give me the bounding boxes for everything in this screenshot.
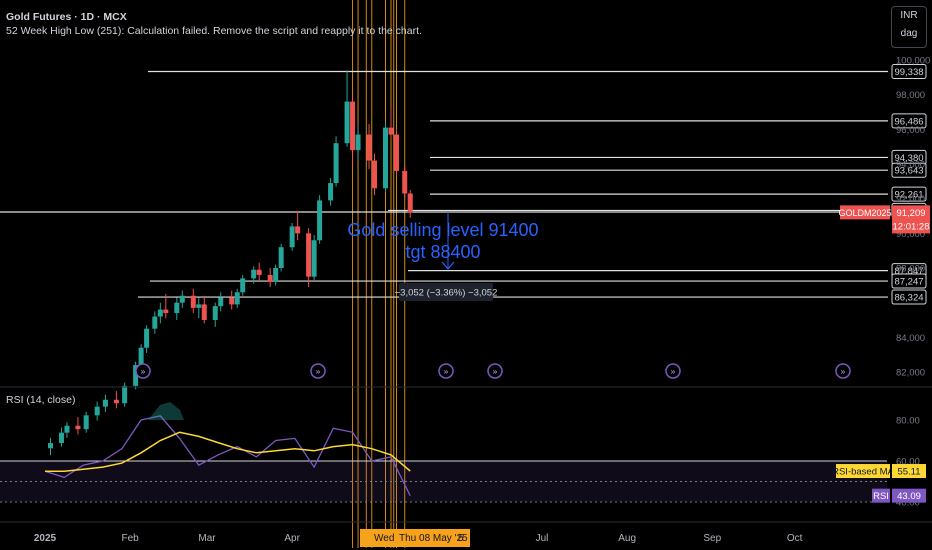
unit-label: dag xyxy=(900,28,918,39)
candle-body-40 xyxy=(366,134,372,161)
candle-body-46 xyxy=(407,193,413,213)
rsi-label: RSI xyxy=(873,491,889,502)
candle-body-3 xyxy=(75,425,81,430)
candle-body-42 xyxy=(383,127,389,189)
time-highlight-extra: 5 xyxy=(458,533,464,544)
candle-body-27 xyxy=(267,274,273,282)
time-label-8: Oct xyxy=(787,533,803,544)
candle-body-15 xyxy=(174,302,180,314)
rsi-band xyxy=(0,461,887,502)
event-icon-glyph-5: » xyxy=(840,368,846,378)
candle-body-5 xyxy=(94,406,100,416)
candle-body-32 xyxy=(306,233,312,277)
countdown: 12:01:28 xyxy=(893,221,930,232)
price-chart[interactable]: 99,33896,48694,38093,64392,26191,32287,8… xyxy=(0,0,932,550)
level-label-8: 86,324 xyxy=(894,293,923,304)
symbol-legend[interactable]: Gold Futures · 1D · MCX xyxy=(6,11,127,23)
time-label-0: 2025 xyxy=(34,533,57,544)
candle-body-0 xyxy=(47,443,53,449)
price-tick-2: 96,000 xyxy=(896,125,925,136)
rsi-tick-0: 80.00 xyxy=(896,416,920,427)
candle-body-10 xyxy=(138,347,144,366)
candle-body-7 xyxy=(113,399,119,404)
price-tick-4: 92,000 xyxy=(896,194,925,205)
price-tick-0: 100,000 xyxy=(896,56,930,67)
level-label-7: 87,247 xyxy=(894,277,923,288)
rsi-ma-value: 55.11 xyxy=(897,467,920,478)
candle-body-21 xyxy=(218,297,224,307)
event-icon-glyph-4: » xyxy=(670,368,676,378)
candle-body-17 xyxy=(190,295,196,308)
candle-body-43 xyxy=(388,127,394,135)
candle-body-31 xyxy=(295,226,301,234)
candle-body-8 xyxy=(122,385,128,404)
time-label-3: Apr xyxy=(284,533,300,544)
candle-body-30 xyxy=(289,226,295,248)
candle-body-44 xyxy=(393,134,399,171)
time-label-7: Sep xyxy=(703,533,721,544)
candle-body-11 xyxy=(144,328,150,348)
candle-body-23 xyxy=(234,292,240,305)
candle-body-25 xyxy=(251,269,257,279)
time-highlight-left: Wed xyxy=(374,533,394,544)
price-tick-7: 84,000 xyxy=(896,333,925,344)
candle-body-33 xyxy=(311,240,317,277)
candle-body-41 xyxy=(372,160,378,189)
event-icon-glyph-3: » xyxy=(492,368,498,378)
event-icon-glyph-2: » xyxy=(443,368,449,378)
annotation-text-line1: Gold selling level 91400 xyxy=(347,220,538,240)
candle-body-24 xyxy=(240,278,246,293)
candle-body-34 xyxy=(317,200,323,241)
last-price: 91,209 xyxy=(896,208,925,219)
time-label-2: Mar xyxy=(198,533,216,544)
rsi-legend[interactable]: RSI (14, close) xyxy=(6,394,75,406)
time-label-6: Aug xyxy=(618,533,636,544)
price-tick-1: 98,000 xyxy=(896,90,925,101)
candle-body-35 xyxy=(328,183,334,201)
currency-unit-box[interactable]: INR dag xyxy=(891,6,927,48)
candle-body-14 xyxy=(163,309,169,314)
event-icon-glyph-0: » xyxy=(140,368,146,378)
time-label-5: Jul xyxy=(536,533,549,544)
candle-body-1 xyxy=(58,432,64,444)
price-tick-3: 94,000 xyxy=(896,160,925,171)
candle-body-19 xyxy=(201,304,207,320)
candle-body-45 xyxy=(402,170,408,194)
candle-body-16 xyxy=(179,295,185,303)
candle-body-22 xyxy=(229,297,235,305)
measure-label: −3,052 (−3.36%) −3,052 xyxy=(395,288,498,299)
level-label-0: 99,338 xyxy=(894,67,923,78)
candle-body-26 xyxy=(256,269,262,275)
time-label-1: Feb xyxy=(122,533,140,544)
candle-body-2 xyxy=(64,425,70,433)
price-tick-6: 88,000 xyxy=(896,264,925,275)
candle-body-28 xyxy=(273,268,279,282)
candle-body-20 xyxy=(212,306,218,320)
rsi-ma-label: RSI-based MA xyxy=(832,467,894,478)
candle-body-36 xyxy=(333,143,339,184)
candle-body-29 xyxy=(278,247,284,268)
event-icon-glyph-1: » xyxy=(315,368,321,378)
annotation-text-line2: tgt 88400 xyxy=(405,242,480,262)
last-symbol: GOLDM2025 xyxy=(838,208,891,218)
candle-body-4 xyxy=(83,415,89,430)
candle-body-12 xyxy=(152,316,158,329)
candle-body-18 xyxy=(196,304,202,308)
candle-body-13 xyxy=(157,309,163,317)
currency-label: INR xyxy=(900,10,918,21)
indicator-error-legend[interactable]: 52 Week High Low (251): Calculation fail… xyxy=(6,25,422,37)
candle-body-39 xyxy=(355,134,361,151)
rsi-value: 43.09 xyxy=(897,491,921,502)
price-tick-8: 82,000 xyxy=(896,368,925,379)
candle-body-6 xyxy=(102,399,108,407)
candle-body-37 xyxy=(344,101,350,144)
candle-body-38 xyxy=(350,101,356,151)
